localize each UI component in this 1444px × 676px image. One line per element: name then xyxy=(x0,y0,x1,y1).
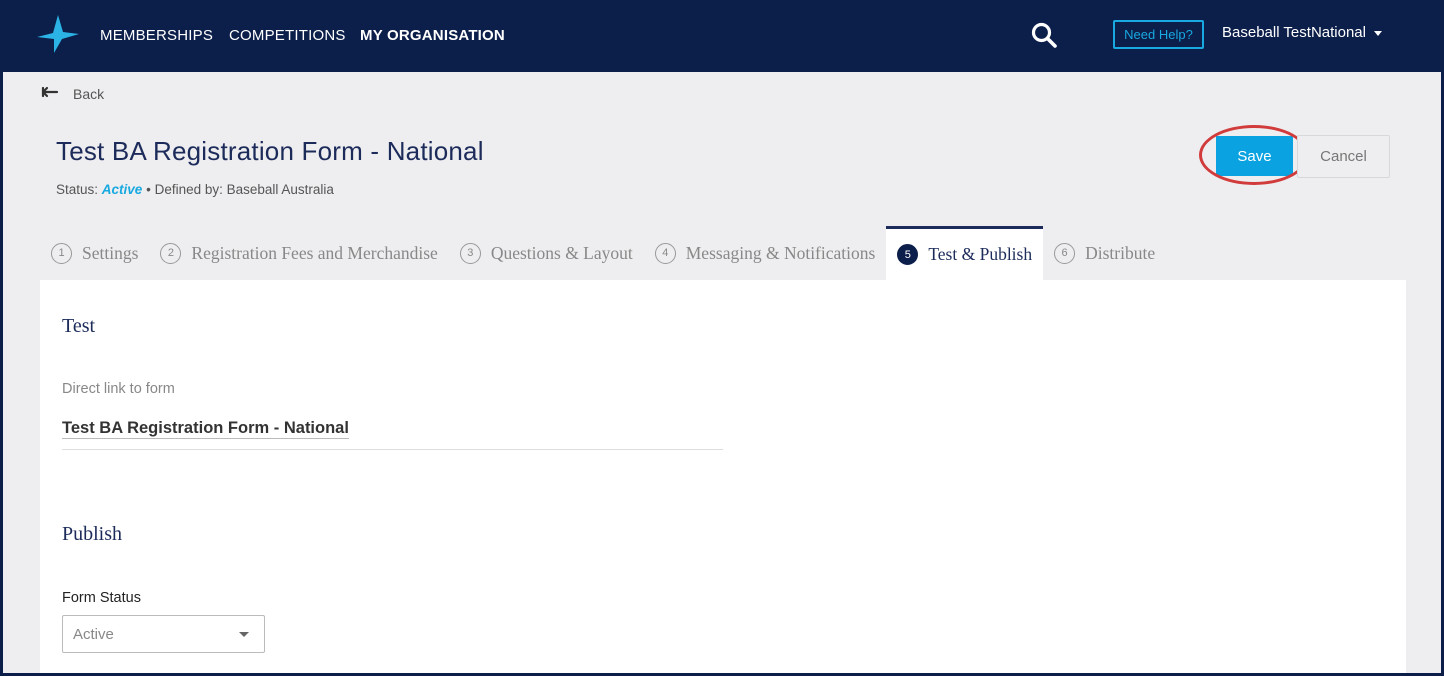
tab-label: Settings xyxy=(82,242,139,263)
step-number: 5 xyxy=(897,244,919,265)
search-icon[interactable] xyxy=(1030,21,1058,49)
chevron-down-icon xyxy=(239,631,249,637)
step-number: 6 xyxy=(1054,242,1076,264)
back-arrow-icon xyxy=(41,86,59,98)
tab-label: Messaging & Notifications xyxy=(685,242,876,263)
cancel-button[interactable]: Cancel xyxy=(1297,135,1390,178)
app-logo-icon[interactable] xyxy=(37,15,79,53)
tab-settings[interactable]: 1 Settings xyxy=(40,226,149,280)
nav-competitions[interactable]: COMPETITIONS xyxy=(229,27,346,44)
publish-section-title: Publish xyxy=(62,523,123,545)
status-prefix: Status: xyxy=(56,182,99,197)
form-status-label: Form Status xyxy=(62,590,141,606)
page-title: Test BA Registration Form - National xyxy=(56,136,484,166)
tab-label: Test & Publish xyxy=(928,244,1033,264)
step-number: 1 xyxy=(51,242,72,264)
top-navigation-bar: MEMBERSHIPS COMPETITIONS MY ORGANISATION… xyxy=(0,0,1444,72)
user-name: Baseball TestNational xyxy=(1222,24,1366,41)
back-label: Back xyxy=(73,86,105,102)
direct-link-field: Test BA Registration Form - National xyxy=(62,419,723,450)
tab-registration-fees[interactable]: 2 Registration Fees and Merchandise xyxy=(149,226,448,280)
test-section-title: Test xyxy=(62,315,96,337)
step-number: 4 xyxy=(654,242,676,264)
tab-test-publish[interactable]: 5 Test & Publish xyxy=(886,226,1044,280)
nav-memberships[interactable]: MEMBERSHIPS xyxy=(100,27,213,44)
step-number: 2 xyxy=(160,242,182,264)
status-badge: Active xyxy=(101,182,143,197)
back-link[interactable]: Back xyxy=(41,86,104,102)
save-button[interactable]: Save xyxy=(1216,136,1293,176)
tab-label: Registration Fees and Merchandise xyxy=(191,242,438,263)
tab-label: Distribute xyxy=(1085,242,1156,263)
defined-by-text: • Defined by: Baseball Australia xyxy=(146,182,334,197)
nav-my-organisation[interactable]: MY ORGANISATION xyxy=(360,27,505,44)
user-menu[interactable]: Baseball TestNational xyxy=(1222,24,1382,41)
direct-link-label: Direct link to form xyxy=(62,381,175,397)
form-status-select[interactable]: Active xyxy=(62,615,265,653)
need-help-button[interactable]: Need Help? xyxy=(1113,20,1204,49)
step-number: 3 xyxy=(459,242,481,264)
direct-link[interactable]: Test BA Registration Form - National xyxy=(62,419,349,439)
test-publish-panel: Test Direct link to form Test BA Registr… xyxy=(40,280,1406,673)
tab-questions-layout[interactable]: 3 Questions & Layout xyxy=(449,226,644,280)
status-line: Status: Active • Defined by: Baseball Au… xyxy=(56,182,334,197)
tab-distribute[interactable]: 6 Distribute xyxy=(1043,226,1166,280)
wizard-tabs: 1 Settings 2 Registration Fees and Merch… xyxy=(40,226,1166,280)
tab-messaging[interactable]: 4 Messaging & Notifications xyxy=(644,226,887,280)
main-content: Back Test BA Registration Form - Nationa… xyxy=(3,72,1441,673)
form-status-value: Active xyxy=(73,625,114,643)
tab-label: Questions & Layout xyxy=(490,242,633,263)
chevron-down-icon xyxy=(1373,31,1382,36)
